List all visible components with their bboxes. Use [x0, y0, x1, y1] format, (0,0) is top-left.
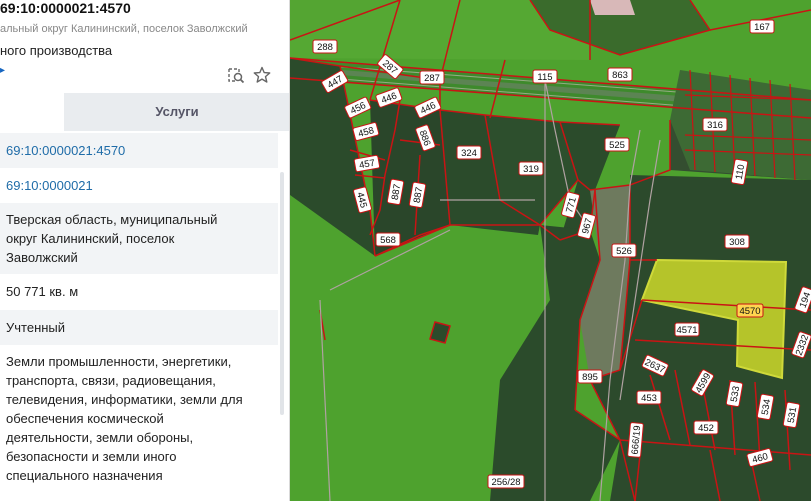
parcel-address-short: альный округ Калининский, поселок Заволж…: [0, 23, 248, 35]
row-status: Учтенный: [0, 310, 278, 345]
tab-services[interactable]: Услуги: [64, 93, 289, 131]
cadastral-map[interactable]: 288 287 447 287 115 863 167 446 456 446 …: [290, 0, 811, 501]
quarter-link[interactable]: 69:10:0000021: [6, 178, 93, 193]
address-line: Заволжский: [6, 250, 78, 265]
category-line: телевидения, информатики, земли для: [6, 392, 243, 407]
parcel-title: 69:10:0000021:4570: [0, 0, 131, 16]
map-search-icon[interactable]: [227, 66, 245, 84]
parcel-label-selected: 4570: [739, 306, 760, 317]
info-panel: 69:10:0000021:4570 альный округ Калининс…: [0, 0, 290, 501]
parcel-label: 319: [523, 164, 539, 175]
cad-number-link[interactable]: 69:10:0000021:4570: [6, 143, 125, 158]
parcel-label: 526: [616, 246, 632, 257]
address-line: округ Калининский, поселок: [6, 231, 175, 246]
parcel-label: 4571: [676, 325, 697, 336]
parcel-label: 288: [317, 42, 333, 53]
parcel-label: 287: [424, 73, 440, 84]
parcel-label: 256/28: [491, 477, 520, 488]
category-line: безопасности и земли иного: [6, 449, 177, 464]
parcel-type-short: ного производства: [0, 43, 113, 58]
parcel-label: 167: [754, 22, 770, 33]
parcel-label: 863: [612, 70, 628, 81]
row-address: Тверская область, муниципальный округ Ка…: [0, 203, 278, 274]
category-line: Земли промышленности, энергетики,: [6, 354, 232, 369]
parcel-label: 316: [707, 120, 723, 131]
area-value: 50 771 кв. м: [6, 284, 79, 299]
address-line: Тверская область, муниципальный: [6, 212, 218, 227]
parcel-label: 453: [641, 393, 657, 404]
panel-scrollbar[interactable]: [280, 172, 284, 415]
parcel-label: 324: [461, 148, 477, 159]
row-cad-number: 69:10:0000021:4570: [0, 133, 278, 168]
parcel-label: 452: [698, 423, 714, 434]
map-canvas[interactable]: 288 287 447 287 115 863 167 446 456 446 …: [290, 0, 811, 501]
category-line: специального назначения: [6, 468, 163, 483]
row-quarter: 69:10:0000021: [0, 168, 278, 203]
category-line: транспорта, связи, радиовещания,: [6, 373, 216, 388]
parcel-label: 525: [609, 140, 625, 151]
row-area: 50 771 кв. м: [0, 274, 278, 310]
parcel-label: 895: [582, 372, 598, 383]
category-line: деятельности, земли обороны,: [6, 430, 194, 445]
parcel-label: 115: [537, 72, 552, 83]
arrow-icon[interactable]: ▸: [0, 66, 5, 76]
panel-header: 69:10:0000021:4570 альный округ Калининс…: [0, 0, 289, 93]
row-category: Земли промышленности, энергетики, трансп…: [0, 345, 278, 501]
category-line: обеспечения космической: [6, 411, 164, 426]
tab-info[interactable]: [0, 93, 64, 131]
status-value: Учтенный: [6, 320, 66, 335]
star-icon[interactable]: [253, 66, 271, 84]
parcel-label: 308: [729, 237, 745, 248]
parcel-label: 568: [380, 235, 396, 246]
panel-tabs: Услуги: [0, 93, 289, 131]
